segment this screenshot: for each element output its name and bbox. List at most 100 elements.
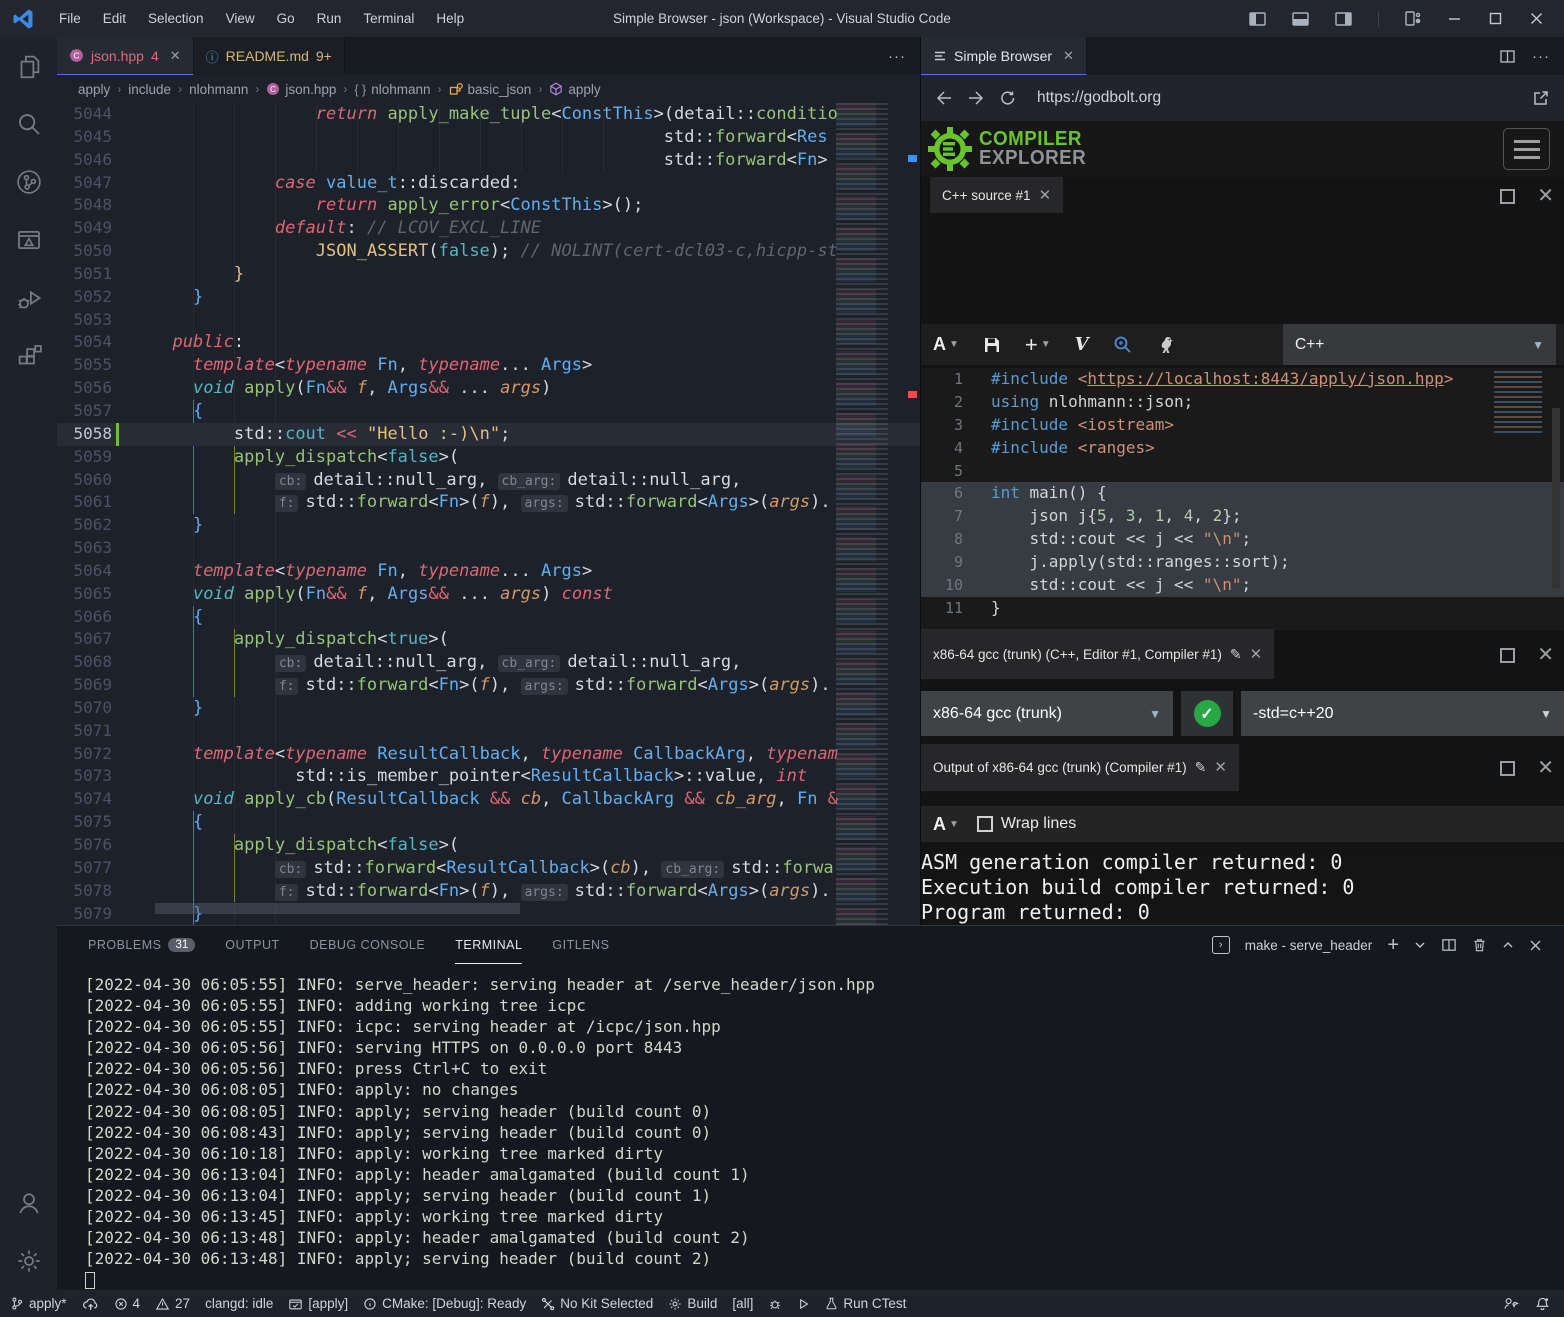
code-editor[interactable]: 5044 return apply_make_tuple<ConstThis>(… — [57, 103, 920, 925]
breadcrumb-item[interactable]: Cjson.hpp — [266, 82, 336, 97]
compiler-select[interactable]: x86-64 gcc (trunk) ▼ — [921, 691, 1173, 736]
save-icon[interactable] — [983, 336, 1001, 354]
close-pane-icon[interactable]: ✕ — [1039, 188, 1052, 203]
breadcrumb-item[interactable]: { }nlohmann — [354, 82, 430, 97]
breadcrumb-item[interactable]: basic_json — [449, 82, 532, 97]
close-pane-icon[interactable]: ✕ — [1537, 758, 1554, 778]
url-input[interactable]: https://godbolt.org — [1037, 89, 1518, 107]
edit-pane-title-icon[interactable]: ✎ — [1230, 646, 1242, 663]
run-debug-icon[interactable] — [0, 269, 57, 327]
hamburger-menu-icon[interactable] — [1503, 128, 1550, 170]
kill-terminal-icon[interactable] — [1472, 937, 1487, 953]
search-icon[interactable] — [0, 95, 57, 153]
settings-gear-icon[interactable] — [0, 1232, 57, 1290]
status-item-beaker[interactable]: Run CTest — [825, 1296, 906, 1311]
menu-edit[interactable]: Edit — [92, 0, 137, 37]
menu-run[interactable]: Run — [306, 0, 353, 37]
maximize-button[interactable] — [1488, 11, 1503, 26]
status-item-cloud-upload[interactable] — [82, 1296, 99, 1311]
status-item-feedback[interactable] — [1503, 1296, 1519, 1311]
font-size-icon[interactable]: A▼ — [933, 814, 959, 835]
customize-layout-icon[interactable] — [1405, 11, 1421, 26]
panel-tab-debug-console[interactable]: DEBUG CONSOLE — [310, 926, 426, 964]
close-pane-icon[interactable]: ✕ — [1537, 645, 1554, 665]
status-item-error-circle[interactable]: 4 — [114, 1296, 141, 1311]
status-item-tools[interactable]: No Kit Selected — [541, 1296, 653, 1311]
close-pane-icon[interactable]: ✕ — [1250, 647, 1263, 662]
reload-icon[interactable] — [999, 89, 1017, 107]
status-item-folder-source[interactable]: [apply] — [288, 1296, 348, 1311]
close-pane-icon[interactable]: ✕ — [1214, 760, 1227, 775]
maximize-panel-icon[interactable] — [1502, 939, 1514, 951]
language-select[interactable]: C++ ▼ — [1283, 324, 1556, 365]
close-tab-icon[interactable]: ✕ — [1063, 48, 1074, 64]
menu-help[interactable]: Help — [425, 0, 475, 37]
close-pane-icon[interactable]: ✕ — [1537, 186, 1554, 206]
new-terminal-icon[interactable]: + — [1387, 934, 1399, 957]
maximize-pane-icon[interactable] — [1500, 648, 1515, 663]
menu-go[interactable]: Go — [266, 0, 306, 37]
panel-tab-terminal[interactable]: TERMINAL — [455, 926, 522, 964]
close-panel-icon[interactable] — [1529, 939, 1542, 952]
font-size-icon[interactable]: A▼ — [933, 334, 959, 355]
overview-ruler[interactable] — [906, 103, 920, 925]
breadcrumb-item[interactable]: apply — [78, 82, 110, 97]
close-window-button[interactable] — [1529, 11, 1544, 26]
status-item-gear[interactable]: Build — [668, 1296, 717, 1311]
menu-selection[interactable]: Selection — [137, 0, 215, 37]
compiler-explorer-logo[interactable]: COMPILER EXPLORER — [927, 126, 1093, 172]
source-pane-tab[interactable]: C++ source #1 ✕ — [930, 177, 1063, 213]
maximize-pane-icon[interactable] — [1500, 189, 1515, 204]
status-item-info-circle[interactable]: CMake: [Debug]: Ready — [363, 1296, 526, 1311]
split-terminal-icon[interactable] — [1441, 937, 1457, 953]
source-control-icon[interactable] — [0, 153, 57, 211]
status-item-clangd-idle[interactable]: clangd: idle — [205, 1296, 273, 1311]
compiler-pane-tab[interactable]: x86-64 gcc (trunk) (C++, Editor #1, Comp… — [921, 629, 1274, 679]
close-tab-icon[interactable]: ✕ — [170, 48, 181, 64]
account-icon[interactable] — [0, 1174, 57, 1232]
status-item-bug[interactable] — [768, 1297, 782, 1311]
split-editor-icon[interactable] — [1499, 48, 1516, 65]
horizontal-scrollbar[interactable] — [155, 903, 520, 914]
panel-tab-problems[interactable]: PROBLEMS31 — [88, 926, 195, 964]
ostrich-icon[interactable] — [1156, 335, 1174, 355]
extensions-icon[interactable] — [0, 327, 57, 385]
back-icon[interactable] — [935, 90, 953, 106]
breadcrumb-item[interactable]: include — [128, 82, 171, 97]
simple-browser-preview-icon[interactable] — [0, 211, 57, 269]
compiler-options-input[interactable]: -std=c++20 ▼ — [1241, 691, 1564, 736]
forward-icon[interactable] — [967, 90, 985, 106]
open-external-icon[interactable] — [1532, 89, 1550, 107]
menu-terminal[interactable]: Terminal — [352, 0, 425, 37]
breadcrumb-item[interactable]: apply — [549, 82, 600, 97]
maximize-pane-icon[interactable] — [1500, 761, 1515, 776]
panel-tab-output[interactable]: OUTPUT — [225, 926, 279, 964]
tab-json-hpp[interactable]: C json.hpp 4 ✕ — [57, 37, 194, 75]
tab-simple-browser[interactable]: Simple Browser ✕ — [921, 37, 1087, 75]
vim-mode-icon[interactable]: V — [1075, 334, 1089, 355]
toggle-panel-icon[interactable] — [1292, 12, 1309, 26]
edit-pane-title-icon[interactable]: ✎ — [1195, 759, 1207, 776]
menu-file[interactable]: File — [48, 0, 92, 37]
minimap[interactable] — [836, 103, 906, 925]
toggle-sidebar-icon[interactable] — [1249, 12, 1266, 26]
terminal-session-label[interactable]: make - serve_header — [1245, 938, 1373, 953]
wrap-lines-toggle[interactable]: Wrap lines — [977, 815, 1076, 833]
terminal-output[interactable]: [2022-04-30 06:05:55] INFO: serve_header… — [85, 974, 1554, 1289]
godbolt-scrollbar[interactable] — [1552, 408, 1560, 588]
output-pane-tab[interactable]: Output of x86-64 gcc (trunk) (Compiler #… — [921, 744, 1239, 791]
more-actions-icon[interactable]: ··· — [1532, 48, 1550, 65]
more-actions-icon[interactable]: ··· — [888, 48, 906, 65]
breadcrumb-item[interactable]: nlohmann — [189, 82, 248, 97]
status-item-git-branch[interactable]: apply* — [10, 1296, 67, 1311]
status-item--all-[interactable]: [all] — [732, 1296, 753, 1311]
explorer-icon[interactable] — [0, 37, 57, 95]
zoom-magnifier-icon[interactable] — [1113, 335, 1132, 354]
status-item-warning-triangle[interactable]: 27 — [155, 1296, 190, 1311]
tab-readme-md[interactable]: ⓘ README.md 9+ — [194, 37, 345, 75]
status-item-play[interactable] — [797, 1297, 810, 1311]
terminal-dropdown-icon[interactable] — [1414, 939, 1426, 951]
minimize-button[interactable] — [1447, 11, 1462, 26]
panel-tab-gitlens[interactable]: GITLENS — [552, 926, 609, 964]
menu-view[interactable]: View — [215, 0, 266, 37]
